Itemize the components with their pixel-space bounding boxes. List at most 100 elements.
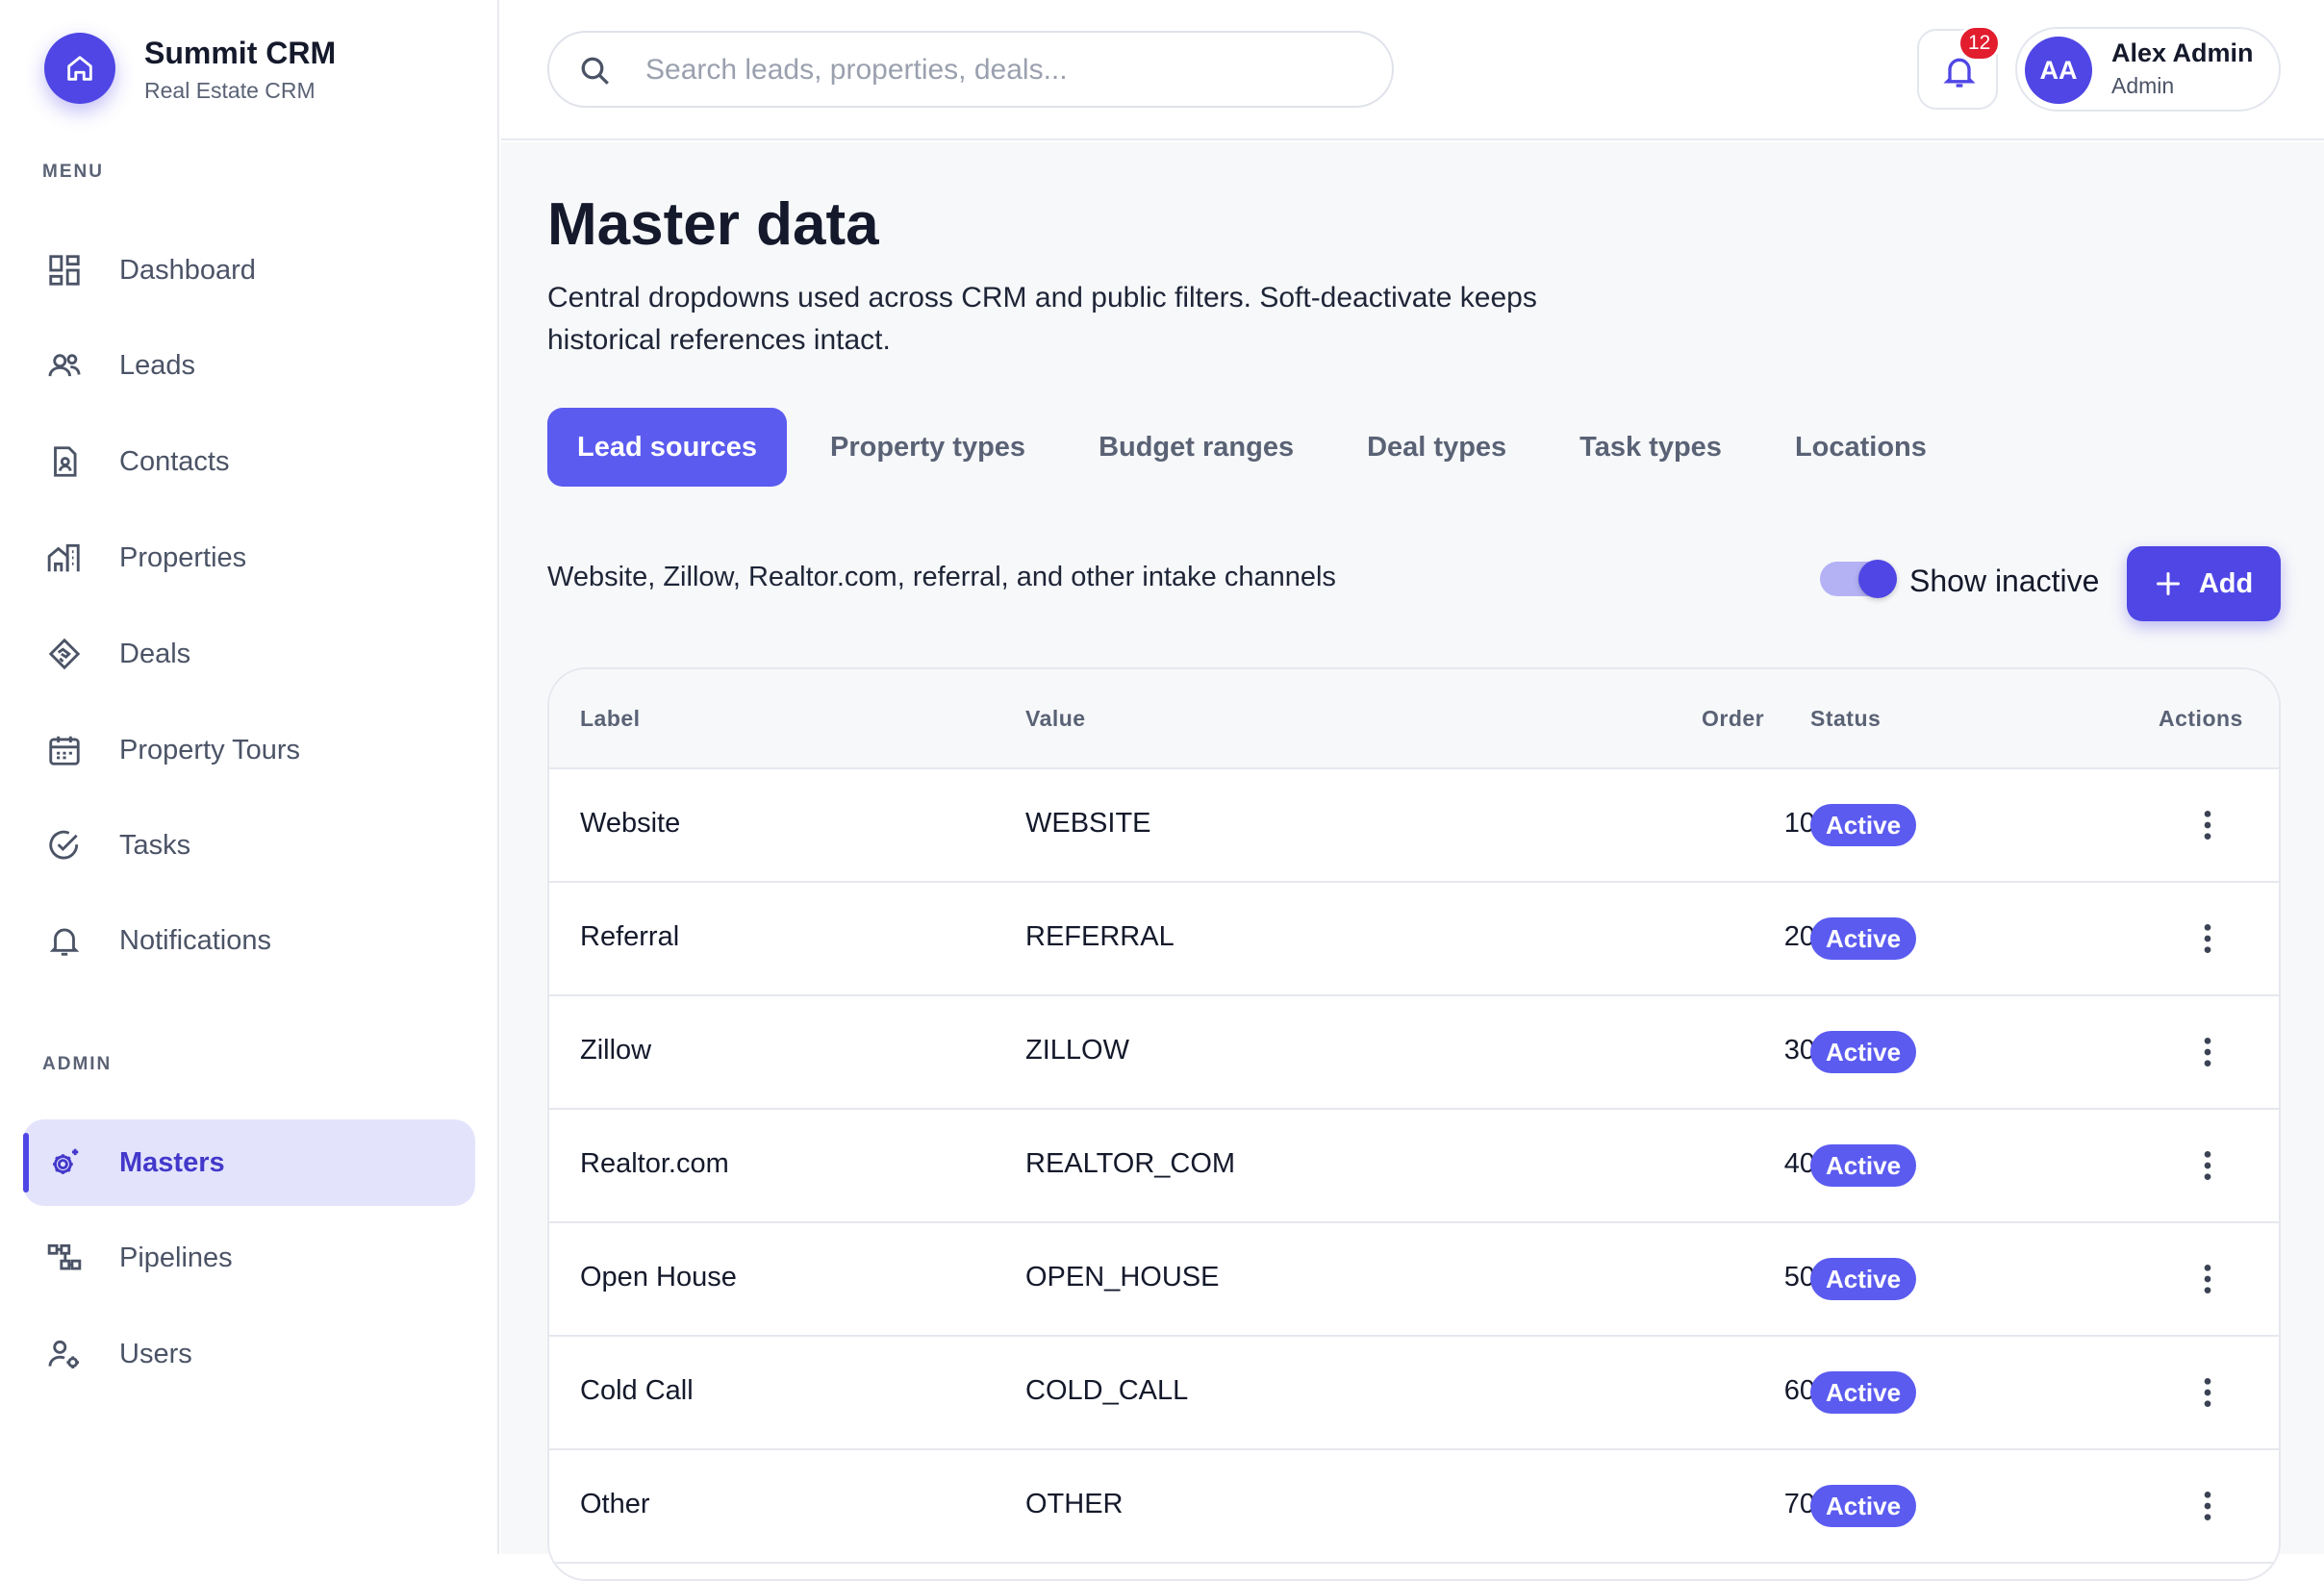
- table-row[interactable]: Cold Call COLD_CALL 60 Active: [549, 1337, 2279, 1450]
- table-row[interactable]: Open House OPEN_HOUSE 50 Active: [549, 1223, 2279, 1337]
- more-vertical-icon[interactable]: [2188, 1373, 2227, 1412]
- more-vertical-icon[interactable]: [2188, 1260, 2227, 1298]
- sidebar: Summit CRM Real Estate CRM MENU Dashboar…: [0, 0, 499, 1554]
- row-order: 20: [1783, 921, 1815, 952]
- sidebar-item-label: Dashboard: [119, 254, 256, 286]
- row-value: OTHER: [1025, 1489, 1124, 1519]
- sidebar-item-property-tours[interactable]: Property Tours: [23, 707, 475, 793]
- row-order: 70: [1783, 1489, 1815, 1519]
- dashboard-icon: [49, 255, 80, 286]
- row-value: WEBSITE: [1025, 808, 1151, 839]
- add-button[interactable]: Add: [2127, 546, 2281, 621]
- contact-card-icon: [54, 446, 77, 477]
- table-row[interactable]: Website WEBSITE 10 Active: [549, 769, 2279, 883]
- sidebar-item-label: Leads: [119, 349, 196, 381]
- flow-icon: [47, 1243, 82, 1270]
- row-order: 50: [1783, 1262, 1815, 1292]
- avatar: AA: [2025, 37, 2092, 104]
- show-inactive-label: Show inactive: [1909, 564, 2100, 598]
- section-description: Website, Zillow, Realtor.com, referral, …: [547, 562, 1336, 592]
- row-value: REFERRAL: [1025, 921, 1175, 952]
- tab-deal-types[interactable]: Deal types: [1337, 408, 1536, 487]
- sidebar-item-users[interactable]: Users: [23, 1311, 475, 1397]
- home-icon: [44, 33, 115, 104]
- row-order: 10: [1783, 808, 1815, 839]
- sidebar-item-notifications[interactable]: Notifications: [23, 897, 475, 984]
- sidebar-item-label: Properties: [119, 541, 247, 573]
- status-badge: Active: [1810, 1031, 1917, 1073]
- menu-section-label: MENU: [42, 162, 104, 182]
- table-row[interactable]: Realtor.com REALTOR_COM 40 Active: [549, 1110, 2279, 1223]
- sidebar-item-pipelines[interactable]: Pipelines: [23, 1215, 475, 1301]
- row-label: Cold Call: [580, 1375, 694, 1406]
- sidebar-item-deals[interactable]: Deals: [23, 611, 475, 697]
- user-cog-icon: [48, 1340, 80, 1369]
- tab-task-types[interactable]: Task types: [1550, 408, 1752, 487]
- sidebar-item-dashboard[interactable]: Dashboard: [23, 227, 475, 314]
- row-label: Realtor.com: [580, 1148, 729, 1179]
- table-row[interactable]: Other OTHER 70 Active: [549, 1450, 2279, 1564]
- sidebar-item-label: Pipelines: [119, 1242, 233, 1273]
- column-header-actions: Actions: [2159, 706, 2243, 731]
- column-header-order: Order: [1702, 706, 1765, 731]
- sidebar-item-contacts[interactable]: Contacts: [23, 418, 475, 505]
- check-circle-icon: [49, 830, 79, 860]
- row-label: Zillow: [580, 1035, 652, 1066]
- row-value: OPEN_HOUSE: [1025, 1262, 1220, 1292]
- row-value: ZILLOW: [1025, 1035, 1129, 1066]
- table-row[interactable]: Zillow ZILLOW 30 Active: [549, 996, 2279, 1110]
- brand-subtitle: Real Estate CRM: [144, 77, 316, 103]
- sidebar-item-masters[interactable]: Masters: [23, 1119, 475, 1206]
- sidebar-item-leads[interactable]: Leads: [23, 322, 475, 409]
- sidebar-item-label: Contacts: [119, 445, 230, 477]
- row-label: Referral: [580, 921, 680, 952]
- master-data-table: Label Value Order Status Actions Website…: [547, 667, 2281, 1581]
- handshake-icon: [48, 638, 81, 670]
- search-input[interactable]: [645, 46, 1357, 94]
- sidebar-item-label: Tasks: [119, 829, 191, 861]
- status-badge: Active: [1810, 1258, 1917, 1300]
- status-badge: Active: [1810, 1144, 1917, 1187]
- toggle-knob: [1858, 560, 1897, 598]
- table-header: Label Value Order Status Actions: [549, 669, 2279, 769]
- sidebar-item-properties[interactable]: Properties: [23, 514, 475, 601]
- notification-count-badge: 12: [1958, 25, 2002, 62]
- row-value: REALTOR_COM: [1025, 1148, 1236, 1179]
- status-badge: Active: [1810, 1371, 1917, 1414]
- column-header-status: Status: [1810, 706, 1882, 731]
- status-badge: Active: [1810, 917, 1917, 960]
- row-label: Other: [580, 1489, 650, 1519]
- more-vertical-icon[interactable]: [2188, 919, 2227, 958]
- users-icon: [48, 354, 81, 377]
- tab-budget-ranges[interactable]: Budget ranges: [1069, 408, 1324, 487]
- search-icon: [581, 57, 609, 85]
- brand[interactable]: Summit CRM Real Estate CRM: [44, 33, 336, 104]
- sidebar-item-label: Deals: [119, 638, 191, 669]
- show-inactive-toggle[interactable]: [1820, 560, 1897, 598]
- row-label: Website: [580, 808, 681, 839]
- row-order: 40: [1783, 1148, 1815, 1179]
- brand-name: Summit CRM: [144, 35, 337, 70]
- calendar-icon: [49, 736, 80, 765]
- user-role: Admin: [2111, 73, 2175, 98]
- more-vertical-icon[interactable]: [2188, 1146, 2227, 1185]
- status-badge: Active: [1810, 804, 1917, 846]
- topbar: 12 AA Alex Admin Admin: [501, 0, 2324, 140]
- column-header-label: Label: [580, 706, 641, 731]
- tab-property-types[interactable]: Property types: [800, 408, 1055, 487]
- table-row[interactable]: Referral REFERRAL 20 Active: [549, 883, 2279, 996]
- more-vertical-icon[interactable]: [2188, 1033, 2227, 1071]
- sidebar-item-label: Property Tours: [119, 734, 301, 765]
- search-bar[interactable]: [547, 31, 1394, 108]
- status-badge: Active: [1810, 1485, 1917, 1527]
- tab-locations[interactable]: Locations: [1765, 408, 1957, 487]
- sidebar-item-tasks[interactable]: Tasks: [23, 802, 475, 889]
- sidebar-item-label: Notifications: [119, 924, 271, 956]
- row-label: Open House: [580, 1262, 737, 1292]
- user-menu[interactable]: AA Alex Admin Admin: [2015, 27, 2281, 112]
- page-description: Central dropdowns used across CRM and pu…: [547, 282, 1537, 356]
- tab-lead-sources[interactable]: Lead sources: [547, 408, 787, 487]
- more-vertical-icon[interactable]: [2188, 1487, 2227, 1525]
- page-title: Master data: [547, 191, 879, 258]
- more-vertical-icon[interactable]: [2188, 806, 2227, 844]
